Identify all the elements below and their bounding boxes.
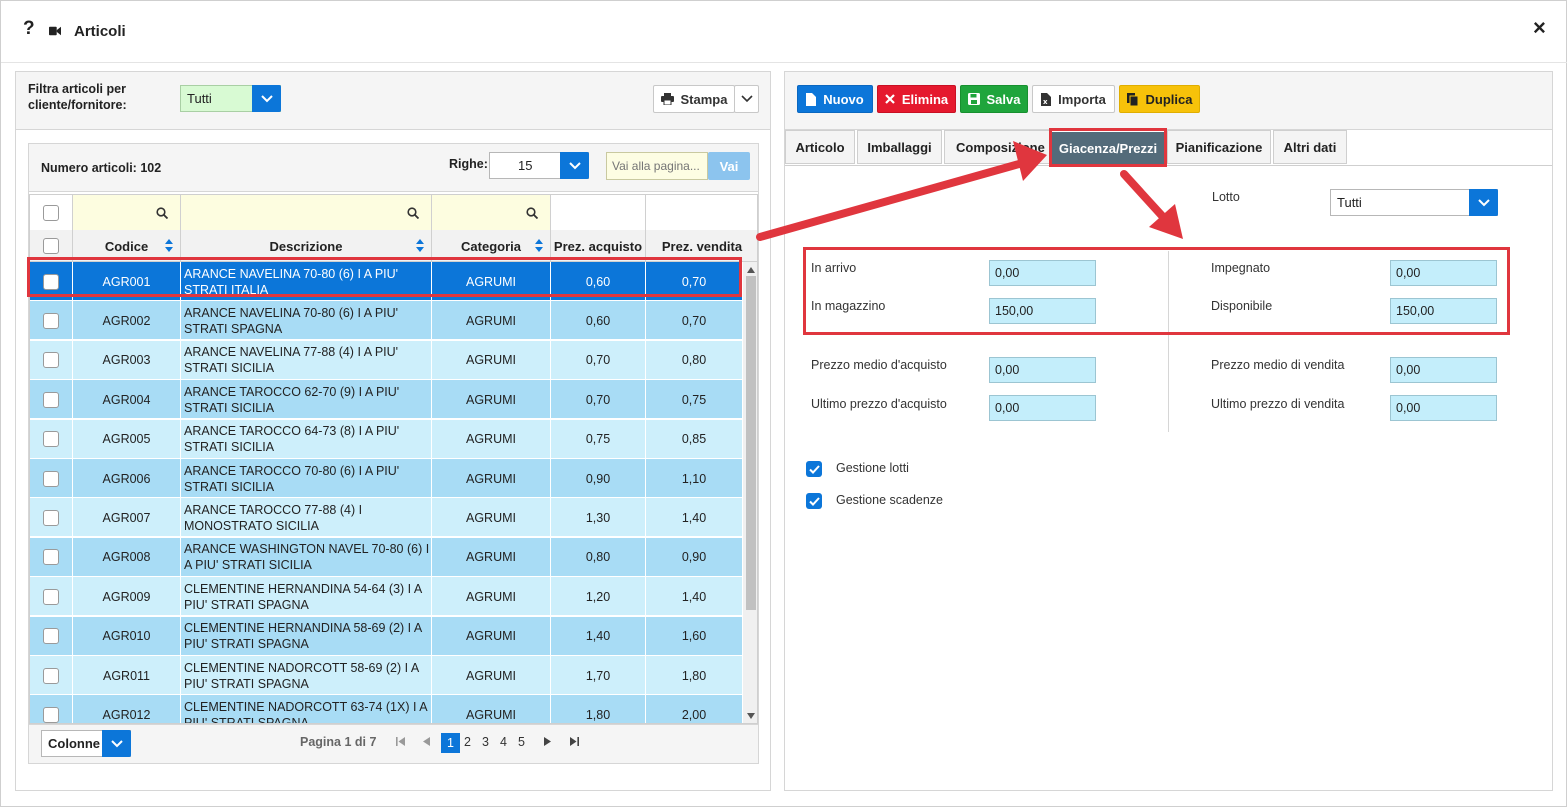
arrow-to-fields xyxy=(1120,170,1168,222)
arrow-to-tab xyxy=(756,160,1023,241)
articoli-dialog: ? Articoli × Filtra articoli per cliente… xyxy=(0,0,1567,807)
annotation-arrows xyxy=(756,141,1183,241)
arrow-to-tab-head xyxy=(1013,141,1047,181)
